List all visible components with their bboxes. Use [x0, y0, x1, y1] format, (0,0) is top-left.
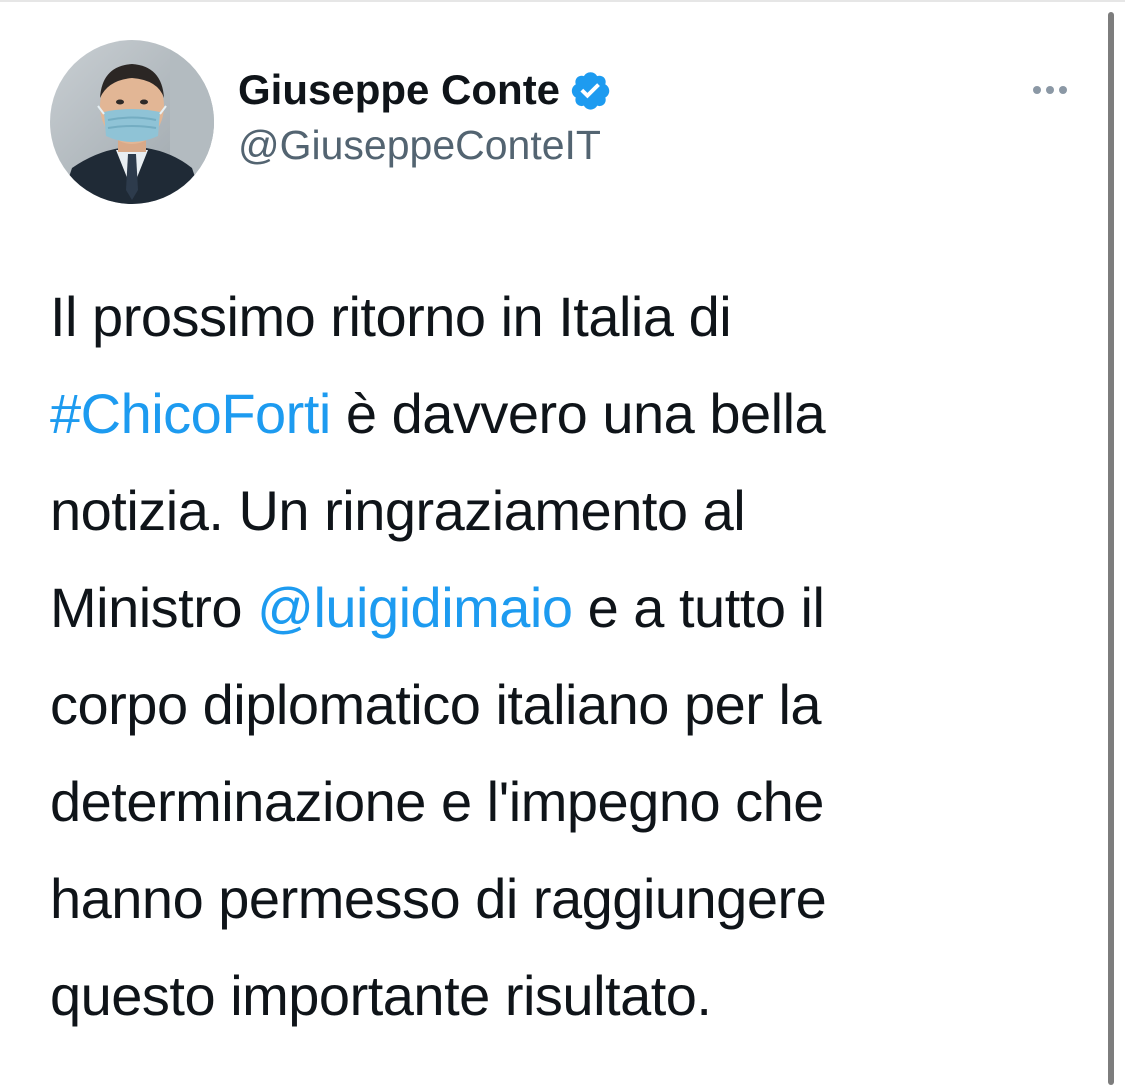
- tweet-text-segment: Ministro: [50, 576, 258, 639]
- scrollbar[interactable]: [1108, 12, 1114, 1085]
- hashtag-link[interactable]: #ChicoForti: [50, 382, 331, 445]
- tweet-text-line: hanno permesso di raggiungere: [50, 850, 1090, 947]
- tweet-text-segment: Il prossimo ritorno in Italia di: [50, 285, 732, 348]
- tweet-text-line: notizia. Un ringraziamento al: [50, 462, 1090, 559]
- mention-link[interactable]: @luigidimaio: [257, 576, 573, 639]
- tweet-text: Il prossimo ritorno in Italia di #ChicoFo…: [50, 268, 1090, 1044]
- more-options-button[interactable]: [1024, 72, 1076, 108]
- tweet-text-line: questo importante risultato.: [50, 947, 1090, 1044]
- user-handle[interactable]: @GiuseppeConteIT: [238, 122, 612, 169]
- tweet-text-line: determinazione e l'impegno che: [50, 753, 1090, 850]
- tweet-text-segment: notizia. Un ringraziamento al: [50, 479, 746, 542]
- tweet-text-line: Il prossimo ritorno in Italia di: [50, 268, 1090, 365]
- tweet-text-segment: hanno permesso di raggiungere: [50, 867, 827, 930]
- author-block: Giuseppe Conte @GiuseppeConteIT: [238, 64, 612, 169]
- profile-photo: [50, 40, 214, 204]
- tweet-text-segment: questo importante risultato.: [50, 964, 712, 1027]
- more-options-icon: [1031, 86, 1070, 94]
- tweet-text-segment: determinazione e l'impegno che: [50, 770, 824, 833]
- tweet-text-segment: corpo diplomatico italiano per la: [50, 673, 822, 736]
- tweet-card[interactable]: Giuseppe Conte @GiuseppeConteIT Il pross…: [0, 0, 1100, 1085]
- tweet-text-line: corpo diplomatico italiano per la: [50, 656, 1090, 753]
- avatar[interactable]: [50, 40, 214, 204]
- tweet-text-line: #ChicoForti è davvero una bella: [50, 365, 1090, 462]
- verified-badge-icon: [568, 68, 612, 112]
- tweet-text-segment: è davvero una bella: [330, 382, 826, 445]
- display-name[interactable]: Giuseppe Conte: [238, 66, 560, 114]
- name-row: Giuseppe Conte: [238, 64, 612, 116]
- tweet-text-line: Ministro @luigidimaio e a tutto il: [50, 559, 1090, 656]
- tweet-text-segment: e a tutto il: [572, 576, 825, 639]
